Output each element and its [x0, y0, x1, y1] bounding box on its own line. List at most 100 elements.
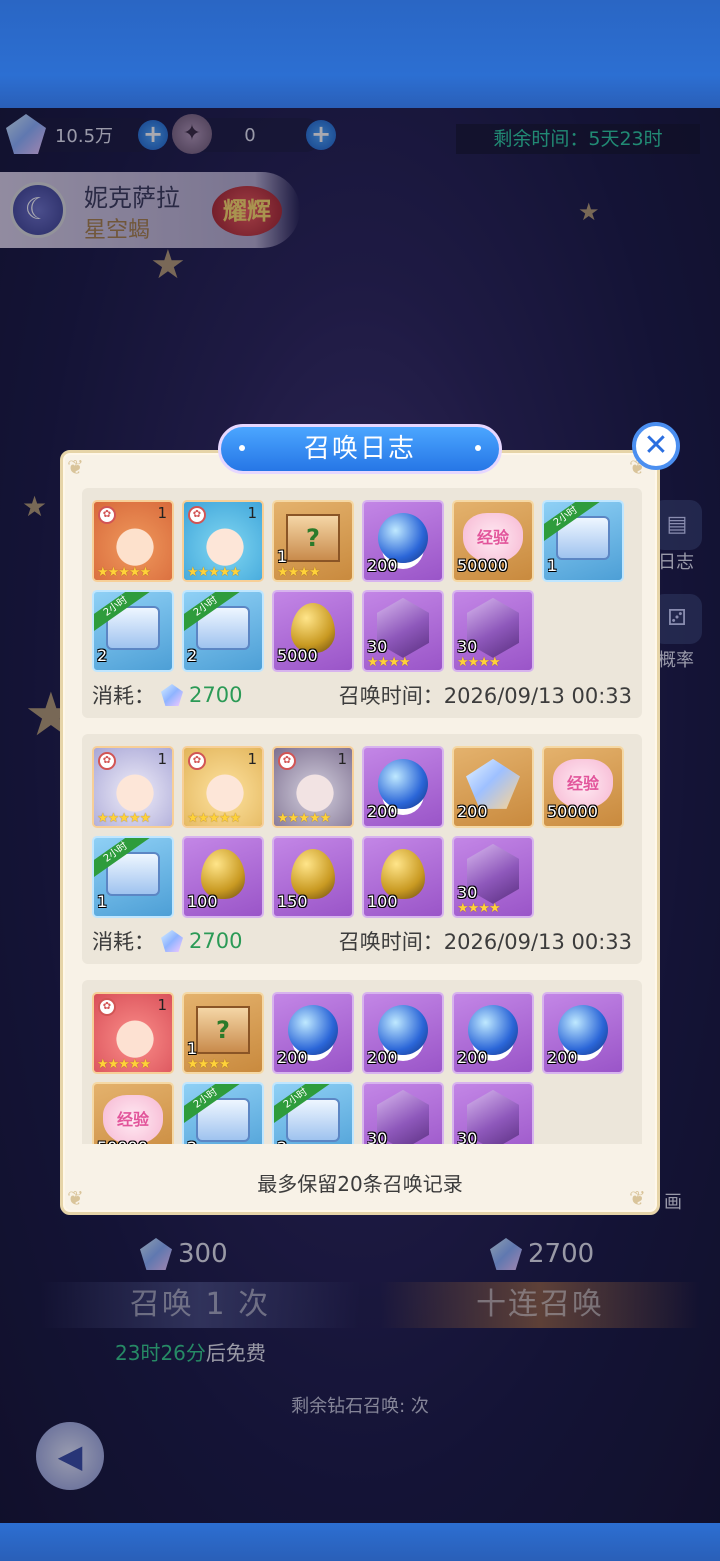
reward-grid: ✿ 1 ★★★★★ ✿ 1 ★★★★★ ✿ 1 ★★★★★ 200 200 经验 50000 2小时 1 10… — [92, 746, 638, 918]
summon-log-list[interactable]: ✿ 1 ★★★★★ ✿ 1 ★★★★★? 1 ★★★★ 200 经验 50000 2小时 1 2小时 2 2小… — [82, 488, 642, 1144]
star-rating: ★★★★★ — [187, 565, 241, 580]
reward-item-egg[interactable]: 150 — [272, 836, 354, 918]
entry-cost: 消耗： 2700 — [92, 680, 242, 710]
reward-item-crystal[interactable]: 30★★★★ — [452, 1082, 534, 1144]
reward-item-heart[interactable]: 经验50000 — [92, 1082, 174, 1144]
element-icon: ✿ — [98, 506, 116, 524]
star-rating: ★★★★ — [367, 655, 411, 670]
reward-item-heart[interactable]: 经验50000 — [452, 500, 534, 582]
reward-item-orb[interactable]: 200 — [272, 992, 354, 1074]
diamond-icon — [161, 930, 183, 952]
item-amount: 150 — [277, 892, 308, 911]
item-amount: 200 — [547, 1048, 578, 1067]
time-value: 2026/09/13 00:33 — [443, 684, 632, 708]
item-amount: 50000 — [547, 802, 598, 821]
item-amount: 2 — [97, 646, 108, 665]
item-amount: 2 — [187, 1138, 197, 1144]
reward-item-box[interactable]: ? 1 ★★★★ — [272, 500, 354, 582]
reward-item-egg[interactable]: 100 — [182, 836, 264, 918]
diamond-icon — [161, 684, 183, 706]
reward-item-chest[interactable]: 2小时2 — [182, 1082, 264, 1144]
time-label: 召唤时间： — [338, 930, 444, 954]
mystery-box-icon: ? — [196, 1005, 250, 1054]
entry-time: 召唤时间：2026/09/13 00:33 — [339, 926, 632, 956]
reward-item-orb[interactable]: 200 — [362, 992, 444, 1074]
item-amount: 200 — [457, 1048, 488, 1067]
mystery-box-icon: ? — [286, 513, 340, 562]
item-amount: 50000 — [457, 556, 508, 575]
reward-item-chest[interactable]: 2小时2 — [92, 590, 174, 672]
item-amount: 30 — [457, 1129, 478, 1144]
log-limit-note: 最多保留20条召唤记录 — [257, 1172, 463, 1196]
reward-item-box[interactable]: ? 1 ★★★★ — [182, 992, 264, 1074]
item-amount: 200 — [367, 1048, 398, 1067]
reward-item-diamond[interactable]: 200 — [452, 746, 534, 828]
reward-item-orb[interactable]: 200 — [542, 992, 624, 1074]
reward-item-hero[interactable]: ✿ 1 ★★★★★ — [92, 992, 174, 1074]
item-amount: 1 — [97, 892, 108, 911]
element-icon: ✿ — [188, 752, 206, 770]
reward-grid: ✿1★★★★★?1★★★★200200200200经验500002小时22小时2… — [92, 992, 638, 1144]
reward-item-chest[interactable]: 2小时2 — [182, 590, 264, 672]
reward-item-crystal[interactable]: 30★★★★ — [452, 590, 534, 672]
item-amount: 200 — [277, 1048, 308, 1067]
entry-meta: 消耗： 2700 召唤时间：2026/09/13 00:33 — [92, 926, 632, 956]
star-rating: ★★★★★ — [97, 811, 151, 826]
cost-label: 消耗： — [92, 930, 155, 954]
item-level: 1 — [247, 504, 257, 522]
element-icon: ✿ — [98, 752, 116, 770]
item-amount: 1 — [187, 1039, 198, 1058]
star-rating: ★★★★★ — [277, 811, 331, 826]
cost-value: 2700 — [189, 683, 243, 707]
modal-title-text: 召唤日志 — [303, 434, 416, 464]
exp-heart-icon: 经验 — [103, 1094, 163, 1144]
reward-item-chest[interactable]: 2小时 1 — [92, 836, 174, 918]
reward-item-egg[interactable]: 5000 — [272, 590, 354, 672]
element-icon: ✿ — [278, 752, 296, 770]
entry-cost: 消耗： 2700 — [92, 926, 242, 956]
summon-log-entry: ✿1★★★★★?1★★★★200200200200经验500002小时22小时2… — [82, 980, 642, 1144]
item-amount: 5000 — [277, 646, 318, 665]
reward-item-orb[interactable]: 200 — [362, 500, 444, 582]
reward-item-crystal[interactable]: 30★★★★ — [452, 836, 534, 918]
star-rating: ★★★★★ — [97, 1057, 151, 1072]
star-rating: ★★★★ — [277, 565, 321, 580]
cost-label: 消耗： — [92, 684, 155, 708]
entry-meta: 消耗： 2700 召唤时间：2026/09/13 00:33 — [92, 680, 632, 710]
title-dot — [475, 445, 481, 451]
cost-value: 2700 — [189, 929, 243, 953]
item-amount: 30 — [457, 883, 478, 902]
reward-item-orb[interactable]: 200 — [452, 992, 534, 1074]
reward-item-egg[interactable]: 100 — [362, 836, 444, 918]
reward-item-orb[interactable]: 200 — [362, 746, 444, 828]
modal-title: 召唤日志 — [218, 424, 502, 474]
bottom-bar — [0, 1523, 720, 1561]
reward-item-hero[interactable]: ✿ 1 ★★★★★ — [182, 500, 264, 582]
reward-item-heart[interactable]: 经验50000 — [542, 746, 624, 828]
item-level: 1 — [247, 750, 257, 768]
time-label: 召唤时间： — [338, 684, 444, 708]
item-amount: 200 — [367, 802, 398, 821]
reward-item-chest[interactable]: 2小时 1 — [542, 500, 624, 582]
reward-item-hero[interactable]: ✿ 1 ★★★★★ — [92, 500, 174, 582]
reward-item-crystal[interactable]: 30★★★★ — [362, 590, 444, 672]
entry-time: 召唤时间：2026/09/13 00:33 — [339, 680, 632, 710]
reward-item-hero[interactable]: ✿ 1 ★★★★★ — [272, 746, 354, 828]
item-level: 1 — [157, 750, 167, 768]
item-level: 1 — [157, 996, 167, 1014]
time-value: 2026/09/13 00:33 — [443, 930, 632, 954]
reward-item-hero[interactable]: ✿ 1 ★★★★★ — [182, 746, 264, 828]
title-dot — [239, 445, 245, 451]
item-amount: 2 — [277, 1138, 287, 1144]
reward-item-crystal[interactable]: 30★★★★ — [362, 1082, 444, 1144]
item-amount: 100 — [187, 892, 218, 911]
star-rating: ★★★★ — [457, 901, 501, 916]
reward-item-hero[interactable]: ✿ 1 ★★★★★ — [92, 746, 174, 828]
item-amount: 30 — [367, 637, 388, 656]
close-icon[interactable]: ✕ — [632, 422, 680, 470]
item-amount: 100 — [367, 892, 398, 911]
star-rating: ★★★★★ — [97, 565, 151, 580]
reward-item-chest[interactable]: 2小时2 — [272, 1082, 354, 1144]
reward-grid: ✿ 1 ★★★★★ ✿ 1 ★★★★★? 1 ★★★★ 200 经验 50000 2小时 1 2小时 2 2小… — [92, 500, 638, 672]
summon-log-entry: ✿ 1 ★★★★★ ✿ 1 ★★★★★? 1 ★★★★ 200 经验 50000 2小时 1 2小时 2 2小… — [82, 488, 642, 718]
